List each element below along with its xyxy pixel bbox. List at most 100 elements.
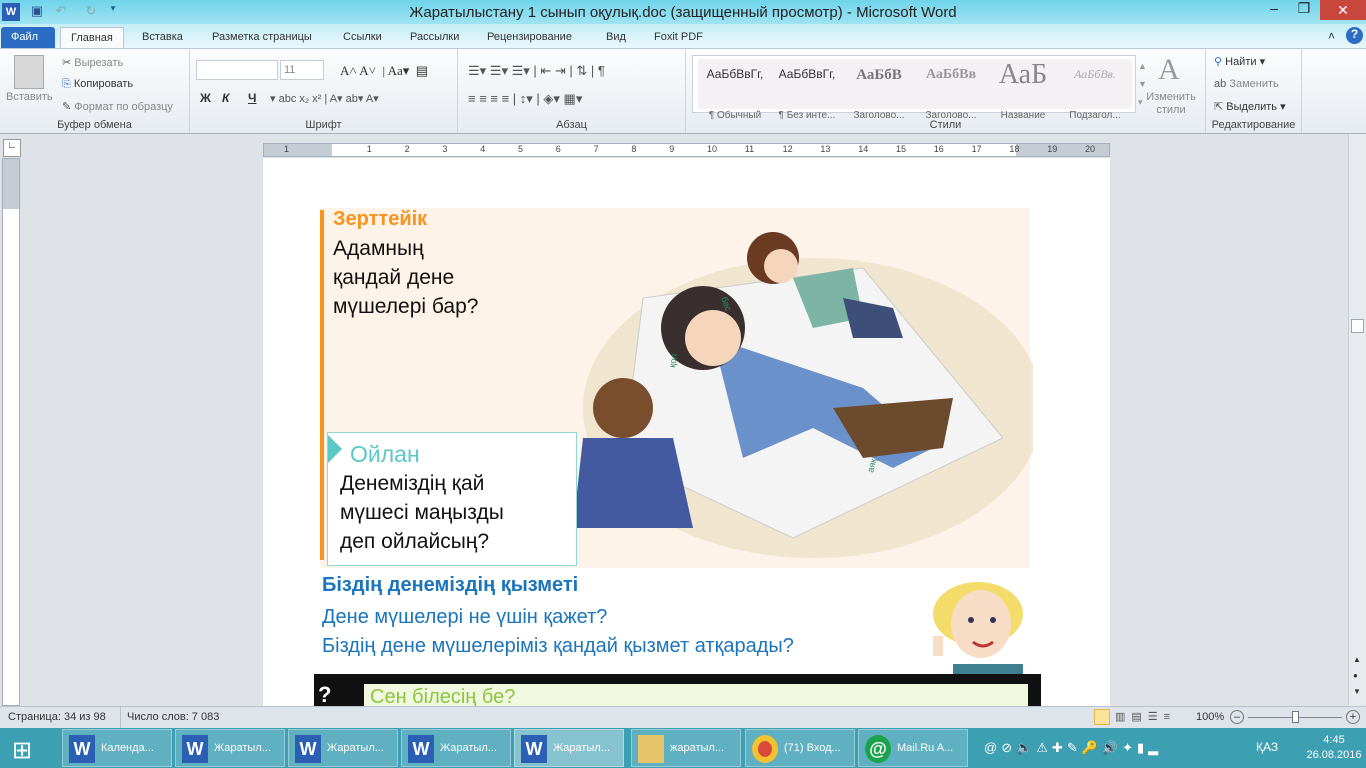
style-title[interactable]: АаБ Название	[986, 59, 1060, 121]
taskbar-item-folder[interactable]: жаратыл...	[631, 729, 741, 767]
zoom-out-button[interactable]: –	[1230, 710, 1244, 724]
change-styles-button[interactable]: Изменить стили	[1144, 91, 1198, 117]
ruler-tick-label: 19	[1047, 144, 1058, 154]
vertical-ruler[interactable]	[2, 158, 20, 706]
paste-icon[interactable]	[14, 55, 44, 89]
orange-accent-bar	[320, 210, 324, 560]
style-no-spacing[interactable]: АаБбВвГг, ¶ Без инте...	[770, 59, 844, 121]
ruler-margin	[1016, 144, 1109, 156]
replace-button[interactable]: ab Заменить	[1214, 78, 1279, 90]
find-button[interactable]: ⚲ Найти ▾	[1214, 55, 1265, 68]
date: 26.08.2016	[1306, 749, 1362, 761]
ruler-tick-label: 14	[858, 144, 869, 154]
underline-button[interactable]: Ч	[248, 91, 256, 105]
font-size-combo[interactable]: 11	[280, 60, 324, 80]
research-title: Зерттейік	[333, 208, 428, 230]
clock[interactable]: 4:45 26.08.2016	[1305, 733, 1363, 763]
text-line: Дене мүшелері не үшін қажет?	[322, 606, 608, 628]
research-question: Адамның қандай дене мүшелері бар?	[333, 234, 478, 321]
tab-selector-button[interactable]: ∟	[3, 139, 21, 157]
style-sample: АаБ	[998, 59, 1048, 90]
paste-button[interactable]: Вставить	[6, 91, 53, 103]
zoom-in-button[interactable]: +	[1346, 710, 1360, 724]
status-bar: Страница: 34 из 98 Число слов: 7 083 ▥▤☰…	[0, 706, 1366, 728]
ruler-margin	[3, 159, 19, 209]
style-heading1[interactable]: АаБбВ Заголово...	[842, 59, 916, 121]
ribbon: Вставить ✂ Вырезать ⎘ Копировать ✎ Форма…	[0, 48, 1366, 134]
tab-home[interactable]: Главная	[60, 27, 124, 48]
group-label: Стили	[929, 119, 962, 131]
taskbar-item-word-active[interactable]: W Жаратыл...	[514, 729, 624, 767]
text-line: Денеміздің қай	[340, 472, 485, 495]
input-language[interactable]: ҚАЗ	[1256, 740, 1278, 754]
think-box: Ойлан Денеміздің қай мүшесі маңызды деп …	[327, 432, 577, 566]
taskbar-item-chrome[interactable]: (71) Вход...	[745, 729, 855, 767]
italic-button[interactable]: К	[222, 91, 229, 105]
page-count[interactable]: Страница: 34 из 98	[8, 711, 106, 723]
scroll-thumb[interactable]	[1351, 319, 1364, 333]
cut-button[interactable]: ✂ Вырезать	[62, 56, 123, 69]
document-page[interactable]: бас қол аяқ Зерттейік Адамның қандай ден…	[263, 158, 1110, 706]
tab-view[interactable]: Вид	[596, 27, 636, 48]
align-icons[interactable]: ≡ ≡ ≡ ≡ | ↕▾ | ◈▾ ▦▾	[468, 91, 582, 107]
did-you-know-box: ? Сен білесің бе?	[314, 674, 1041, 706]
text-line: қандай дене	[333, 266, 455, 289]
taskbar-item-word[interactable]: W Календа...	[62, 729, 172, 767]
style-subtitle[interactable]: АаБбВв. Подзагол...	[1058, 59, 1132, 121]
minimize-ribbon-icon[interactable]: ˄	[1328, 29, 1335, 43]
start-button[interactable]: ⊞	[12, 736, 32, 765]
restore-button[interactable]: ❐	[1290, 0, 1318, 20]
horizontal-ruler[interactable]: 1 1 2 3 4 5 6 7 8 9 10 11 12 13 14 15 16 17 18 19 20	[263, 143, 1110, 157]
tab-review[interactable]: Рецензирование	[477, 27, 582, 48]
group-label: Буфер обмена	[57, 119, 132, 131]
scissors-icon: ✂	[62, 57, 72, 69]
view-buttons[interactable]: ▥▤☰≡	[1115, 710, 1176, 723]
tab-mailings[interactable]: Рассылки	[400, 27, 469, 48]
vertical-scrollbar[interactable]: ▲ ● ▼	[1348, 134, 1366, 706]
minimize-button[interactable]: –	[1260, 0, 1288, 20]
system-tray-icons[interactable]: @⊘🔈⚠✚✎🔑🔊✦▮▂	[984, 740, 1162, 756]
ruler-tick-label: 18	[1009, 144, 1020, 154]
style-normal[interactable]: АаБбВвГг, ¶ Обычный	[698, 59, 772, 121]
ruler-margin	[264, 144, 332, 156]
cursor-icon: ⇱	[1214, 101, 1224, 113]
ribbon-tabs: Файл Главная Вставка Разметка страницы С…	[0, 24, 1366, 48]
tab-insert[interactable]: Вставка	[132, 27, 193, 48]
ruler-tick-label: 13	[820, 144, 831, 154]
taskbar-item-word[interactable]: W Жаратыл...	[288, 729, 398, 767]
taskbar-item-mailru[interactable]: @ Mail.Ru A...	[858, 729, 968, 767]
text-line: Біздің дене мүшелеріміз қандай қызмет ат…	[322, 635, 794, 657]
tab-file[interactable]: Файл	[1, 27, 55, 48]
word-icon: W	[295, 735, 321, 763]
font-format-icons[interactable]: ▾ abc x₂ x² | A▾ ab▾ A▾	[270, 92, 379, 105]
word-count[interactable]: Число слов: 7 083	[127, 711, 219, 723]
tab-references[interactable]: Ссылки	[333, 27, 392, 48]
styles-group: АаБбВвГг, ¶ Обычный АаБбВвГг, ¶ Без инте..…	[686, 49, 1206, 133]
clipboard-group: Вставить ✂ Вырезать ⎘ Копировать ✎ Форма…	[0, 49, 190, 133]
word-icon: W	[69, 735, 95, 763]
help-icon[interactable]: ?	[1346, 27, 1363, 44]
tab-page-layout[interactable]: Разметка страницы	[202, 27, 322, 48]
list-icons[interactable]: ☰▾ ☰▾ ☰▾ | ⇤ ⇥ | ⇅ | ¶	[468, 63, 605, 79]
font-name-combo[interactable]	[196, 60, 278, 80]
taskbar-item-word[interactable]: W Жаратыл...	[401, 729, 511, 767]
format-painter-button[interactable]: ✎ Формат по образцу	[62, 100, 173, 113]
tab-foxit-pdf[interactable]: Foxit PDF	[644, 27, 713, 48]
ruler-tick-label: 15	[896, 144, 907, 154]
zoom-level[interactable]: 100%	[1196, 711, 1224, 723]
select-button[interactable]: ⇱ Выделить ▾	[1214, 100, 1286, 113]
font-grow-shrink-icons[interactable]: A˄ A˅ | Aa▾ ▤	[340, 63, 428, 79]
paragraph-group: ☰▾ ☰▾ ☰▾ | ⇤ ⇥ | ⇅ | ¶ ≡ ≡ ≡ ≡ | ↕▾ | ◈▾…	[458, 49, 686, 133]
browse-buttons[interactable]: ▲ ● ▼	[1353, 652, 1361, 700]
taskbar-item-word[interactable]: W Жаратыл...	[175, 729, 285, 767]
copy-button[interactable]: ⎘ Копировать	[62, 78, 133, 91]
style-heading2[interactable]: АаБбВв Заголово...	[914, 59, 988, 121]
zoom-slider-thumb[interactable]	[1292, 711, 1299, 723]
print-layout-view-button[interactable]	[1094, 709, 1110, 725]
ruler-tick-label: 16	[933, 144, 944, 154]
close-button[interactable]: ✕	[1320, 0, 1366, 20]
ruler-tick-label: 1	[366, 144, 372, 154]
group-label: Редактирование	[1211, 119, 1296, 131]
font-group: 11 A˄ A˅ | Aa▾ ▤ Ж К Ч ▾ abc x₂ x² | A▾ …	[190, 49, 458, 133]
bold-button[interactable]: Ж	[200, 91, 211, 105]
